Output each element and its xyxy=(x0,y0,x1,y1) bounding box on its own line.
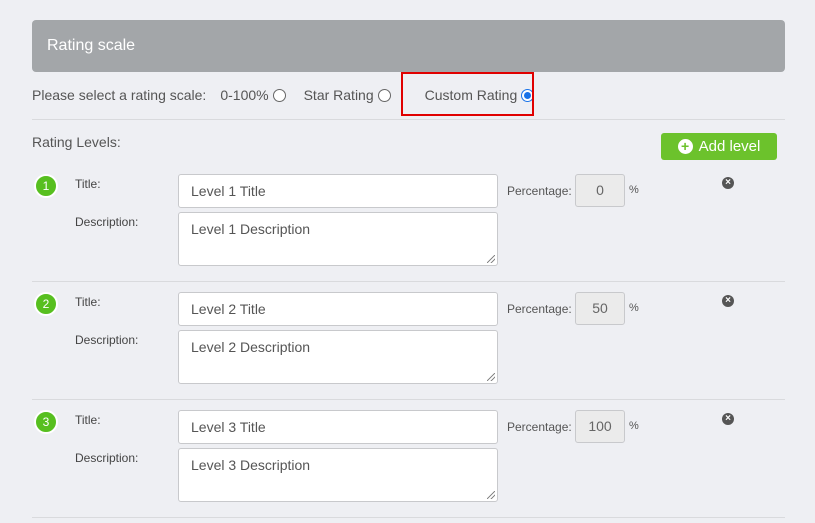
divider xyxy=(32,281,785,282)
description-text: Level 2 Description xyxy=(191,339,311,355)
percentage-input[interactable]: 100 xyxy=(575,410,625,443)
divider xyxy=(32,517,785,518)
level-title-input[interactable]: Level 2 Title xyxy=(178,292,498,326)
resize-grip-icon[interactable] xyxy=(487,491,495,499)
remove-level-icon[interactable]: × xyxy=(722,413,734,425)
rating-level-1: 1 Title: Description: Level 1 Title Leve… xyxy=(32,174,785,284)
rating-level-2: 2 Title: Description: Level 2 Title Leve… xyxy=(32,292,785,402)
selection-highlight-box xyxy=(401,72,534,116)
level-description-input[interactable]: Level 2 Description xyxy=(178,330,498,384)
plus-circle-icon: + xyxy=(677,139,693,154)
level-number-badge: 2 xyxy=(34,292,58,316)
resize-grip-icon[interactable] xyxy=(487,255,495,263)
title-label: Title: xyxy=(75,295,101,309)
title-label: Title: xyxy=(75,177,101,191)
rating-level-3: 3 Title: Description: Level 3 Title Leve… xyxy=(32,410,785,520)
description-label: Description: xyxy=(75,451,139,465)
rating-levels-label: Rating Levels: xyxy=(32,134,121,150)
scale-option-percent[interactable]: 0-100% xyxy=(220,87,286,103)
percentage-label: Percentage: xyxy=(507,420,572,434)
percent-sign: % xyxy=(629,302,639,314)
percentage-input[interactable]: 0 xyxy=(575,174,625,207)
description-label: Description: xyxy=(75,215,139,229)
level-title-input[interactable]: Level 1 Title xyxy=(178,174,498,208)
percentage-input[interactable]: 50 xyxy=(575,292,625,325)
panel-header: Rating scale xyxy=(32,20,785,72)
percentage-label: Percentage: xyxy=(507,302,572,316)
description-label: Description: xyxy=(75,333,139,347)
remove-level-icon[interactable]: × xyxy=(722,295,734,307)
level-description-input[interactable]: Level 3 Description xyxy=(178,448,498,502)
scale-option-label: 0-100% xyxy=(220,87,269,103)
level-title-input[interactable]: Level 3 Title xyxy=(178,410,498,444)
percentage-label: Percentage: xyxy=(507,184,572,198)
add-level-button[interactable]: + Add level xyxy=(661,133,777,160)
title-label: Title: xyxy=(75,413,101,427)
resize-grip-icon[interactable] xyxy=(487,373,495,381)
divider xyxy=(32,399,785,400)
scale-option-star[interactable]: Star Rating xyxy=(304,87,391,103)
radio-percent[interactable] xyxy=(272,88,286,102)
percent-sign: % xyxy=(629,420,639,432)
description-text: Level 1 Description xyxy=(191,221,311,237)
remove-level-icon[interactable]: × xyxy=(722,177,734,189)
level-description-input[interactable]: Level 1 Description xyxy=(178,212,498,266)
radio-star[interactable] xyxy=(377,88,391,102)
description-text: Level 3 Description xyxy=(191,457,311,473)
scale-prompt: Please select a rating scale: xyxy=(32,87,207,103)
level-number-badge: 1 xyxy=(34,174,58,198)
panel-title: Rating scale xyxy=(47,37,136,54)
level-number-badge: 3 xyxy=(34,410,58,434)
divider xyxy=(32,119,785,120)
add-level-label: Add level xyxy=(698,138,761,155)
percent-sign: % xyxy=(629,184,639,196)
scale-option-label: Star Rating xyxy=(303,87,374,103)
